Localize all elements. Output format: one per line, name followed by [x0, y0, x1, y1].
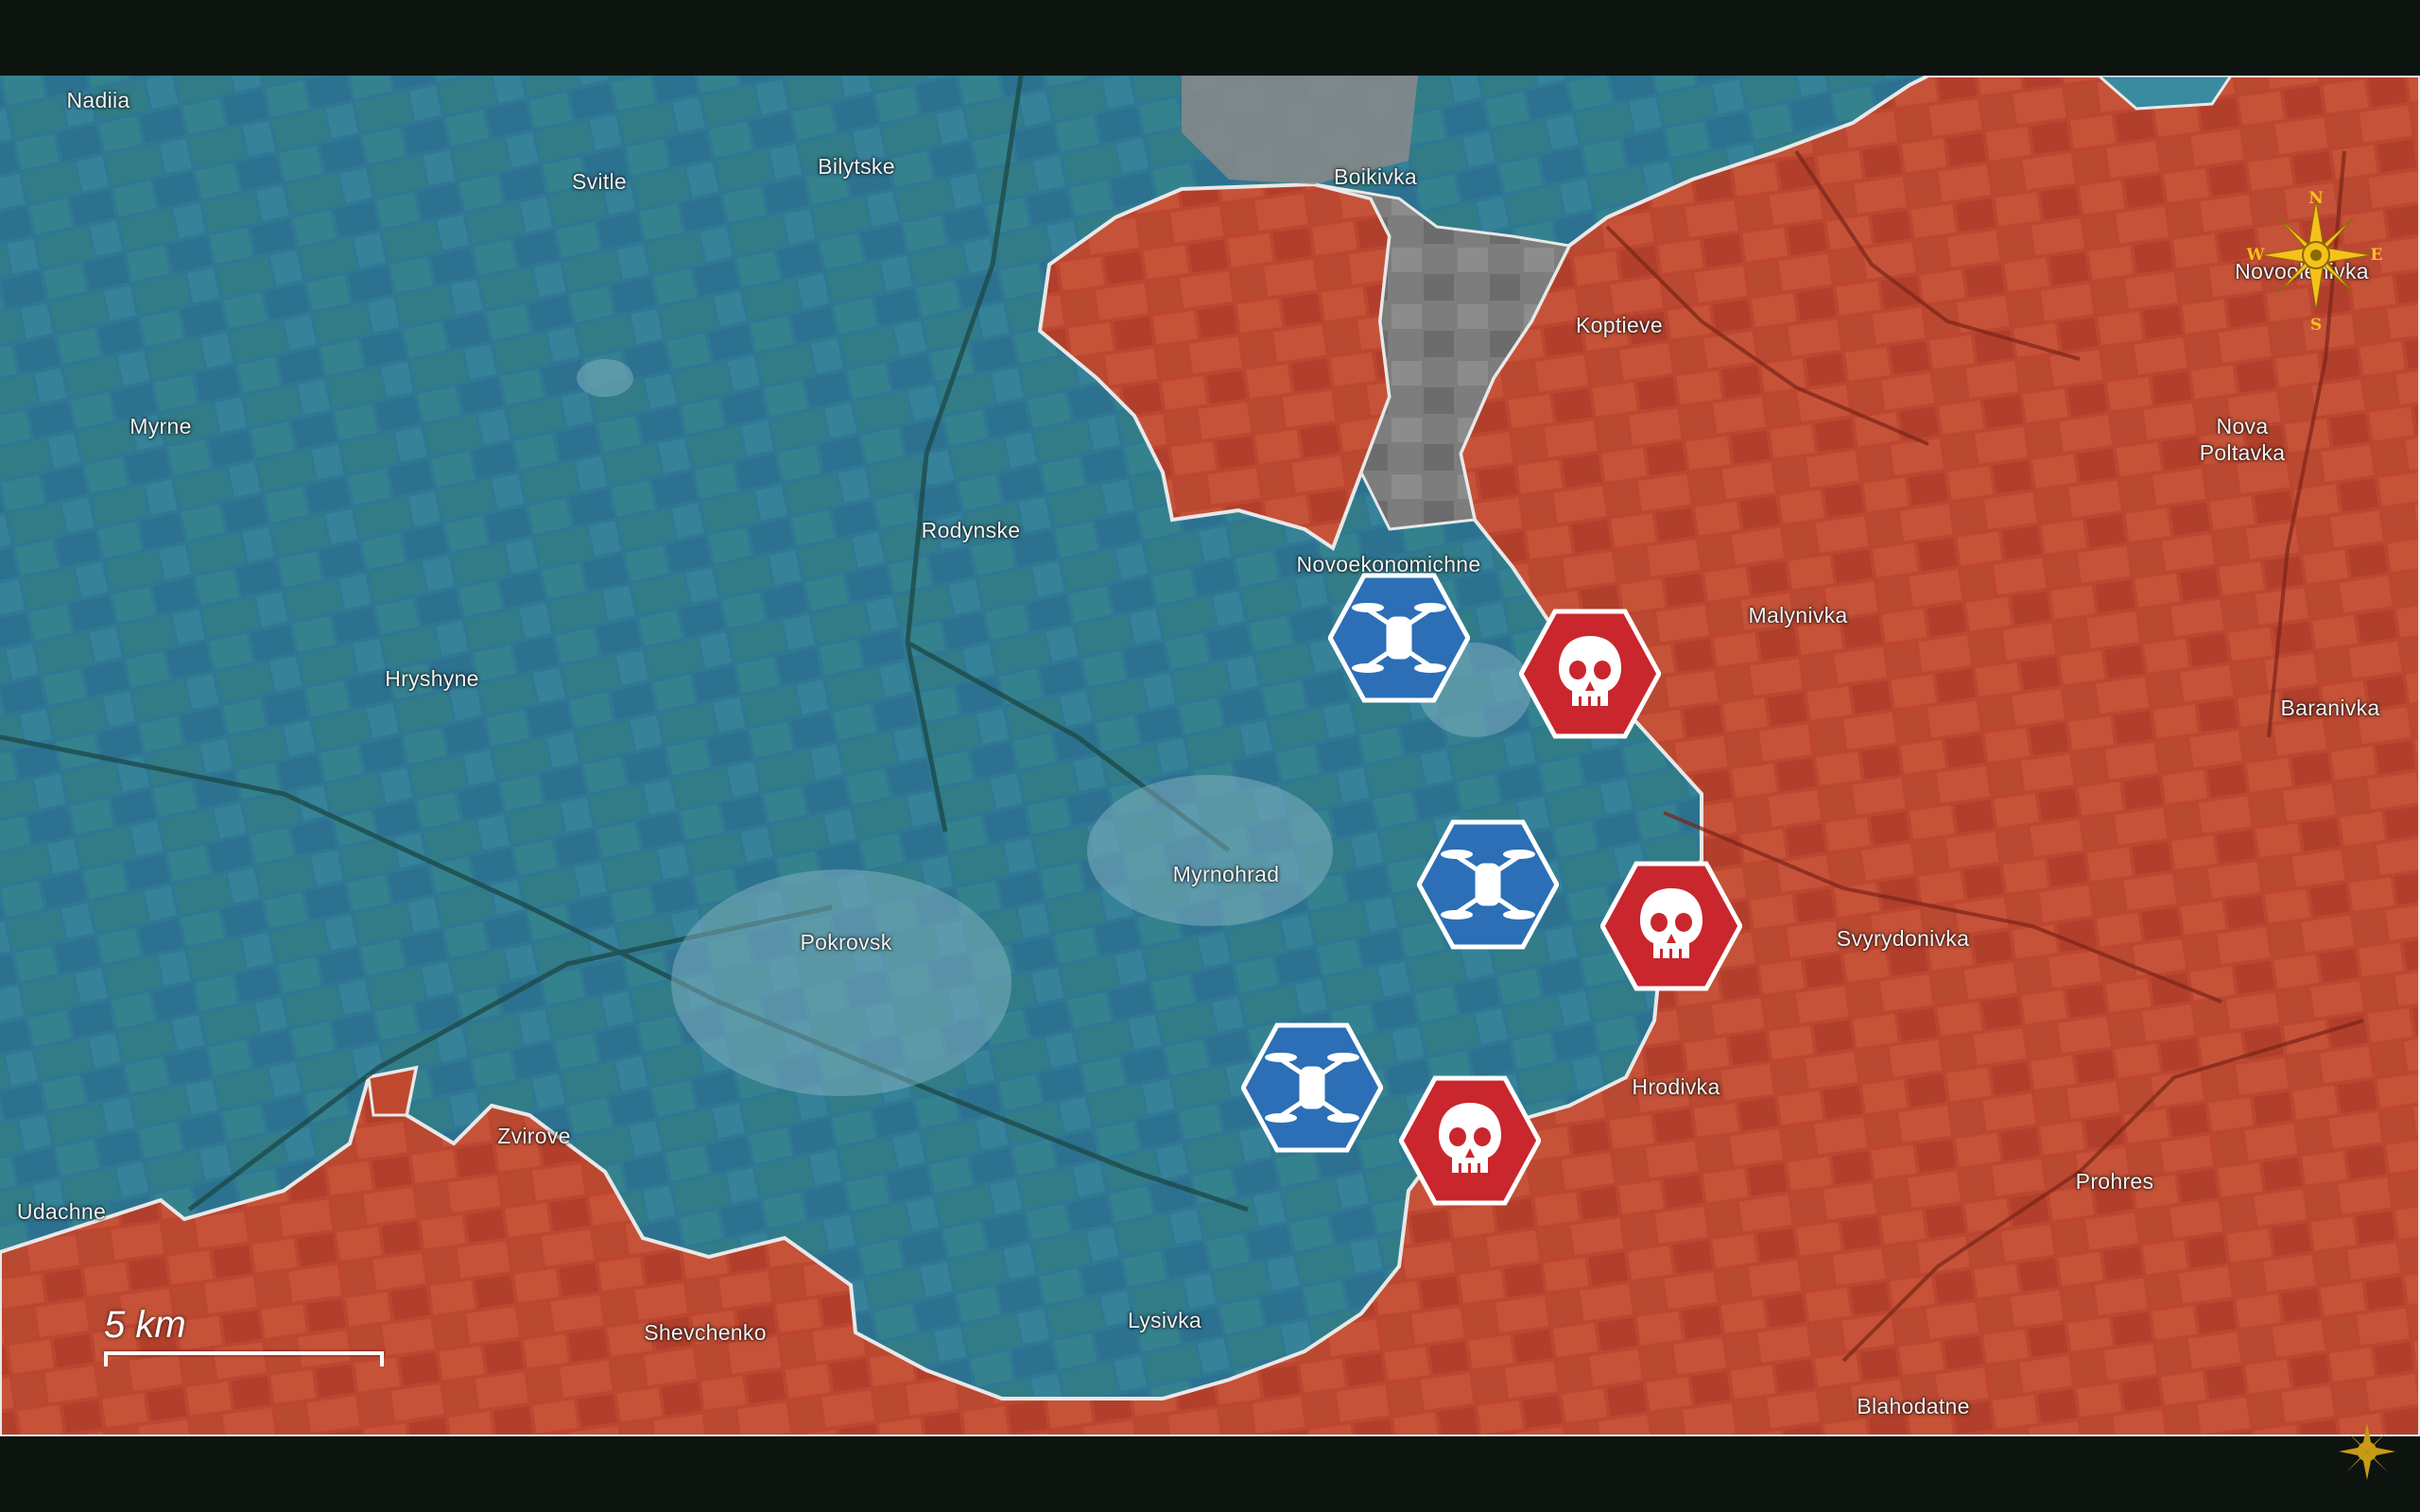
place-label: Shevchenko	[644, 1320, 767, 1345]
scale-tick	[104, 1351, 108, 1366]
place-label: Udachne	[16, 1199, 107, 1224]
compass-icon	[2260, 199, 2372, 311]
place-label: Myrnohrad	[1172, 862, 1280, 886]
scale-tick	[380, 1351, 384, 1366]
place-label: Prohres	[2075, 1169, 2154, 1194]
place-label: Blahodatne	[1857, 1394, 1970, 1418]
map-view[interactable]: Nadiia Svitle Bilytske Boikivka Koptieve…	[0, 76, 2420, 1436]
place-label: Bilytske	[818, 154, 895, 179]
place-label: Myrne	[130, 414, 192, 438]
place-label: Malynivka	[1748, 603, 1848, 627]
place-label: Nova Poltavka	[2199, 414, 2286, 465]
place-label: Hryshyne	[385, 666, 479, 691]
scale-bar: 5 km	[104, 1304, 388, 1366]
place-label: Hrodivka	[1632, 1074, 1720, 1099]
place-label: Zvirove	[497, 1124, 571, 1148]
map-base	[0, 76, 2420, 1436]
compass-west: W	[2246, 246, 2265, 265]
compass-south: S	[2309, 316, 2323, 335]
scale-line	[104, 1351, 384, 1355]
place-label: Pokrovsk	[800, 930, 892, 954]
compass-north: N	[2308, 189, 2324, 208]
place-label: Nadiia	[66, 88, 130, 112]
place-label: Baranivka	[2280, 696, 2380, 720]
place-label: Koptieve	[1576, 313, 1663, 337]
skull-marker[interactable]	[1519, 608, 1661, 740]
skull-marker[interactable]	[1600, 860, 1742, 992]
place-label: Boikivka	[1333, 164, 1418, 189]
place-label: Svitle	[571, 169, 628, 194]
place-label: Rodynske	[921, 518, 1021, 542]
place-label: Lysivka	[1128, 1308, 1201, 1332]
drone-marker[interactable]	[1328, 572, 1470, 704]
drone-marker[interactable]	[1417, 818, 1559, 951]
drone-marker[interactable]	[1241, 1022, 1383, 1154]
bottom-letterbox	[0, 1436, 2420, 1512]
channel-logo-icon	[2339, 1423, 2395, 1480]
scale-label: 5 km	[104, 1304, 186, 1346]
place-label: Svyrydonivka	[1836, 926, 1970, 951]
top-letterbox	[0, 0, 2420, 76]
compass-east: E	[2370, 246, 2383, 265]
skull-marker[interactable]	[1399, 1074, 1541, 1207]
compass-rose: N S E W	[2246, 170, 2382, 340]
